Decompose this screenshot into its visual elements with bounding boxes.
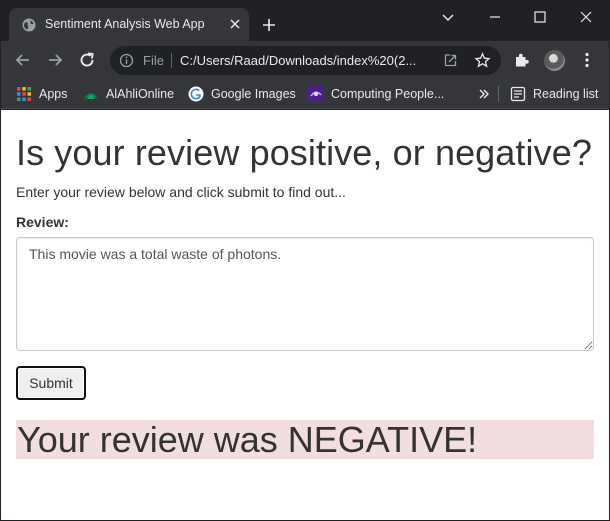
review-label: Review: [16, 214, 69, 230]
reload-icon[interactable] [77, 50, 97, 70]
more-bookmarks-chevron-icon[interactable] [478, 88, 490, 100]
bookmark-label: AlAhliOnline [106, 87, 175, 101]
browser-toolbar: File C:/Users/Raad/Downloads/index%20(2.… [0, 41, 610, 79]
alahli-logo-icon [84, 93, 98, 99]
close-window-icon[interactable] [576, 7, 596, 27]
submit-button[interactable]: Submit [16, 366, 86, 400]
extensions-puzzle-icon[interactable] [513, 51, 531, 69]
omnibox-divider [171, 53, 172, 68]
reading-list-button[interactable]: Reading list [510, 86, 598, 102]
new-tab-icon[interactable] [261, 17, 277, 33]
reading-list-icon [510, 86, 526, 102]
minimize-icon[interactable] [485, 7, 505, 27]
profile-avatar[interactable] [544, 50, 565, 71]
tab-search-chevron-icon[interactable] [438, 7, 458, 27]
address-bar[interactable]: File C:/Users/Raad/Downloads/index%20(2.… [110, 46, 501, 75]
title-bar: Sentiment Analysis Web App [0, 0, 610, 41]
bookmark-alahlionline[interactable]: AlAhliOnline [83, 86, 174, 102]
close-tab-icon[interactable] [227, 16, 243, 32]
bookmark-label: Computing People... [331, 87, 445, 101]
google-icon [188, 86, 204, 102]
bookmark-star-icon[interactable] [474, 52, 491, 69]
info-icon[interactable] [119, 53, 134, 68]
forward-arrow-icon[interactable] [45, 50, 65, 70]
maximize-icon[interactable] [530, 7, 550, 27]
instructions-text: Enter your review below and click submit… [16, 184, 346, 200]
page-title: Is your review positive, or negative? [16, 132, 592, 173]
tab-title: Sentiment Analysis Web App [45, 17, 205, 31]
bookmarks-bar: Apps AlAhliOnline Google Images Computin… [0, 79, 610, 109]
bookmarks-divider [498, 86, 499, 102]
kebab-menu-icon[interactable] [578, 51, 596, 69]
browser-tab[interactable]: Sentiment Analysis Web App [9, 8, 249, 41]
review-textarea[interactable]: This movie was a total waste of photons. [16, 237, 594, 351]
result-banner: Your review was NEGATIVE! [16, 420, 594, 459]
globe-icon [22, 18, 36, 32]
share-icon[interactable] [442, 52, 459, 69]
back-arrow-icon[interactable] [13, 50, 33, 70]
scheme-label: File [143, 53, 164, 68]
bookmark-label: Apps [39, 87, 68, 101]
apps-grid-icon [17, 87, 31, 101]
url-text[interactable]: C:/Users/Raad/Downloads/index%20(2... [180, 53, 437, 68]
computing-people-icon [308, 86, 324, 102]
bookmark-google-images[interactable]: Google Images [188, 86, 296, 102]
bookmark-computing-people[interactable]: Computing People... [308, 86, 444, 102]
reading-list-label: Reading list [533, 87, 599, 101]
web-page: Is your review positive, or negative? En… [1, 110, 609, 520]
bookmark-apps[interactable]: Apps [16, 86, 68, 102]
bookmark-label: Google Images [211, 87, 296, 101]
